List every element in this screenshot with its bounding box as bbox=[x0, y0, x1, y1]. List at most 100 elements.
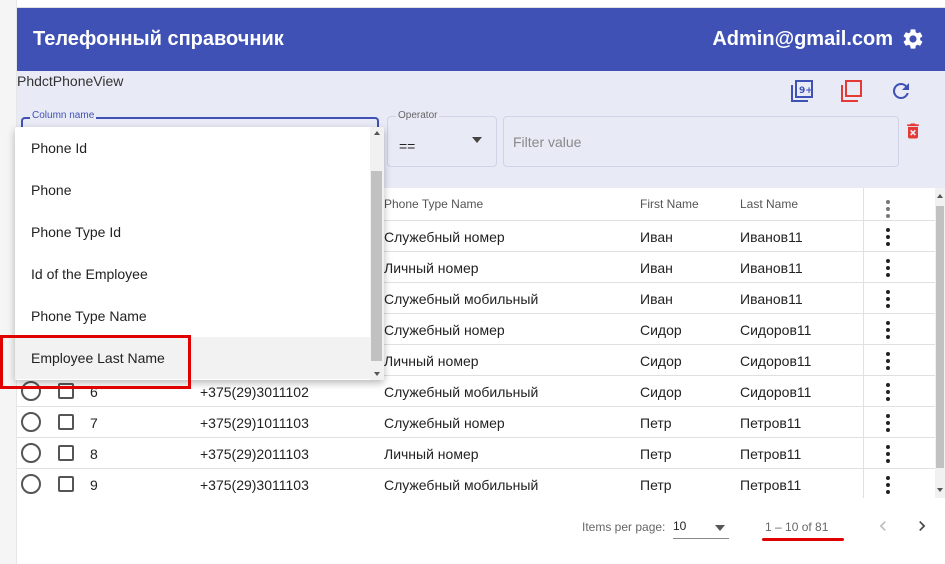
cell-phone-type-name: Служебный мобильный bbox=[384, 477, 539, 493]
cell-first-name: Петр bbox=[640, 477, 672, 493]
user-email[interactable]: Admin@gmail.com bbox=[712, 28, 893, 51]
cell-first-name: Петр bbox=[640, 446, 672, 462]
operator-label: Operator bbox=[396, 110, 440, 121]
dropdown-option[interactable]: Phone Type Name bbox=[15, 295, 370, 337]
previous-page-icon[interactable] bbox=[873, 516, 893, 536]
dropdown-scrollbar[interactable] bbox=[370, 127, 384, 380]
dropdown-option-label: Phone Type Name bbox=[31, 308, 147, 324]
operator-value: == bbox=[399, 138, 416, 154]
row-menu-icon[interactable] bbox=[885, 445, 891, 463]
cell-id: 9 bbox=[90, 477, 98, 493]
row-checkbox[interactable] bbox=[58, 476, 74, 492]
cell-first-name: Иван bbox=[640, 229, 673, 245]
scroll-up-icon[interactable] bbox=[937, 194, 943, 198]
cell-phone-type-name: Личный номер bbox=[384, 353, 479, 369]
cell-phone: +375(29)2011103 bbox=[200, 446, 309, 462]
page-size-select[interactable]: 10 bbox=[673, 517, 729, 539]
refresh-icon[interactable] bbox=[889, 79, 913, 103]
row-radio[interactable] bbox=[21, 412, 41, 432]
row-menu-icon[interactable] bbox=[885, 228, 891, 246]
cell-phone: +375(29)3011103 bbox=[200, 477, 309, 493]
table-row[interactable]: 7 +375(29)1011103 Служебный номер Петр Петро… bbox=[17, 407, 935, 438]
next-page-icon[interactable] bbox=[912, 516, 932, 536]
app-header: Телефонный справочник Admin@gmail.com bbox=[17, 8, 945, 71]
items-per-page-label: Items per page: bbox=[582, 520, 666, 534]
svg-text:9+: 9+ bbox=[799, 86, 813, 96]
row-checkbox[interactable] bbox=[58, 445, 74, 461]
cell-last-name: Иванов11 bbox=[740, 260, 803, 276]
page-range-label: 1 – 10 of 81 bbox=[765, 520, 829, 534]
cell-phone-type-name: Служебный номер bbox=[384, 322, 505, 338]
annotation-highlight-box bbox=[0, 335, 191, 389]
table-row[interactable]: 8 +375(29)2011103 Личный номер Петр Петров11 bbox=[17, 438, 935, 469]
cell-last-name: Сидоров11 bbox=[740, 384, 812, 400]
row-menu-icon[interactable] bbox=[885, 383, 891, 401]
cell-phone-type-name: Личный номер bbox=[384, 446, 479, 462]
cell-phone: +375(29)1011103 bbox=[200, 415, 309, 431]
row-menu-icon[interactable] bbox=[885, 290, 891, 308]
dropdown-option-label: Id of the Employee bbox=[31, 266, 148, 282]
view-name: PhdctPhoneView bbox=[17, 73, 124, 89]
cell-id: 7 bbox=[90, 415, 98, 431]
row-menu-icon[interactable] bbox=[885, 321, 891, 339]
cell-last-name: Сидоров11 bbox=[740, 322, 812, 338]
cell-phone-type-name: Служебный номер bbox=[384, 415, 505, 431]
filter-9plus-icon[interactable]: 9+ bbox=[790, 79, 814, 103]
cell-first-name: Сидор bbox=[640, 384, 682, 400]
row-checkbox[interactable] bbox=[58, 414, 74, 430]
chevron-down-icon bbox=[472, 137, 482, 143]
cell-last-name: Петров11 bbox=[740, 415, 802, 431]
scroll-down-icon[interactable] bbox=[374, 372, 380, 376]
cell-first-name: Петр bbox=[640, 415, 672, 431]
cell-phone-type-name: Личный номер bbox=[384, 260, 479, 276]
cell-last-name: Сидоров11 bbox=[740, 353, 812, 369]
cell-last-name: Петров11 bbox=[740, 446, 802, 462]
column-name-label: Column name bbox=[30, 110, 97, 121]
chevron-down-icon bbox=[715, 525, 725, 531]
row-menu-icon[interactable] bbox=[885, 414, 891, 432]
dropdown-option-label: Phone Type Id bbox=[31, 224, 122, 240]
cell-first-name: Иван bbox=[640, 260, 673, 276]
gear-icon[interactable] bbox=[901, 27, 925, 51]
cell-last-name: Петров11 bbox=[740, 477, 802, 493]
row-menu-icon[interactable] bbox=[885, 352, 891, 370]
scroll-up-icon[interactable] bbox=[374, 131, 380, 135]
cell-first-name: Сидор bbox=[640, 353, 682, 369]
cell-first-name: Иван bbox=[640, 291, 673, 307]
column-menu-icon[interactable] bbox=[885, 200, 891, 218]
scrollbar-thumb[interactable] bbox=[371, 171, 382, 361]
row-radio[interactable] bbox=[21, 474, 41, 494]
delete-icon[interactable] bbox=[903, 120, 923, 142]
header-phone-type-name[interactable]: Phone Type Name bbox=[384, 197, 483, 211]
dropdown-option[interactable]: Phone bbox=[15, 169, 370, 211]
annotation-underline bbox=[762, 538, 844, 541]
dropdown-option[interactable]: Id of the Employee bbox=[15, 253, 370, 295]
copy-icon[interactable] bbox=[839, 79, 863, 103]
header-last-name[interactable]: Last Name bbox=[740, 197, 798, 211]
scrollbar-thumb[interactable] bbox=[936, 206, 944, 468]
cell-last-name: Иванов11 bbox=[740, 291, 803, 307]
row-radio[interactable] bbox=[21, 443, 41, 463]
dropdown-option-label: Phone Id bbox=[31, 140, 88, 156]
cell-id: 8 bbox=[90, 446, 98, 462]
cell-phone-type-name: Служебный мобильный bbox=[384, 291, 539, 307]
app-window: Телефонный справочник Admin@gmail.com Ph… bbox=[0, 0, 945, 564]
dropdown-option[interactable]: Phone Id bbox=[15, 127, 370, 169]
dropdown-option[interactable]: Phone Type Id bbox=[15, 211, 370, 253]
app-title: Телефонный справочник bbox=[33, 28, 284, 50]
cell-phone-type-name: Служебный номер bbox=[384, 229, 505, 245]
table-row[interactable]: 9 +375(29)3011103 Служебный мобильный Петр П… bbox=[17, 469, 935, 500]
paginator: Items per page: 10 1 – 10 of 81 bbox=[17, 498, 945, 554]
row-menu-icon[interactable] bbox=[885, 476, 891, 494]
cell-phone: +375(29)3011102 bbox=[200, 384, 309, 400]
cell-last-name: Иванов11 bbox=[740, 229, 803, 245]
row-menu-icon[interactable] bbox=[885, 259, 891, 277]
filter-value-input[interactable] bbox=[513, 132, 883, 152]
scroll-down-icon[interactable] bbox=[937, 488, 943, 492]
table-scrollbar[interactable] bbox=[935, 188, 945, 498]
page-size-value: 10 bbox=[673, 519, 687, 533]
dropdown-option-label: Phone bbox=[31, 182, 72, 198]
top-border bbox=[0, 0, 945, 8]
header-first-name[interactable]: First Name bbox=[640, 197, 699, 211]
cell-first-name: Сидор bbox=[640, 322, 682, 338]
